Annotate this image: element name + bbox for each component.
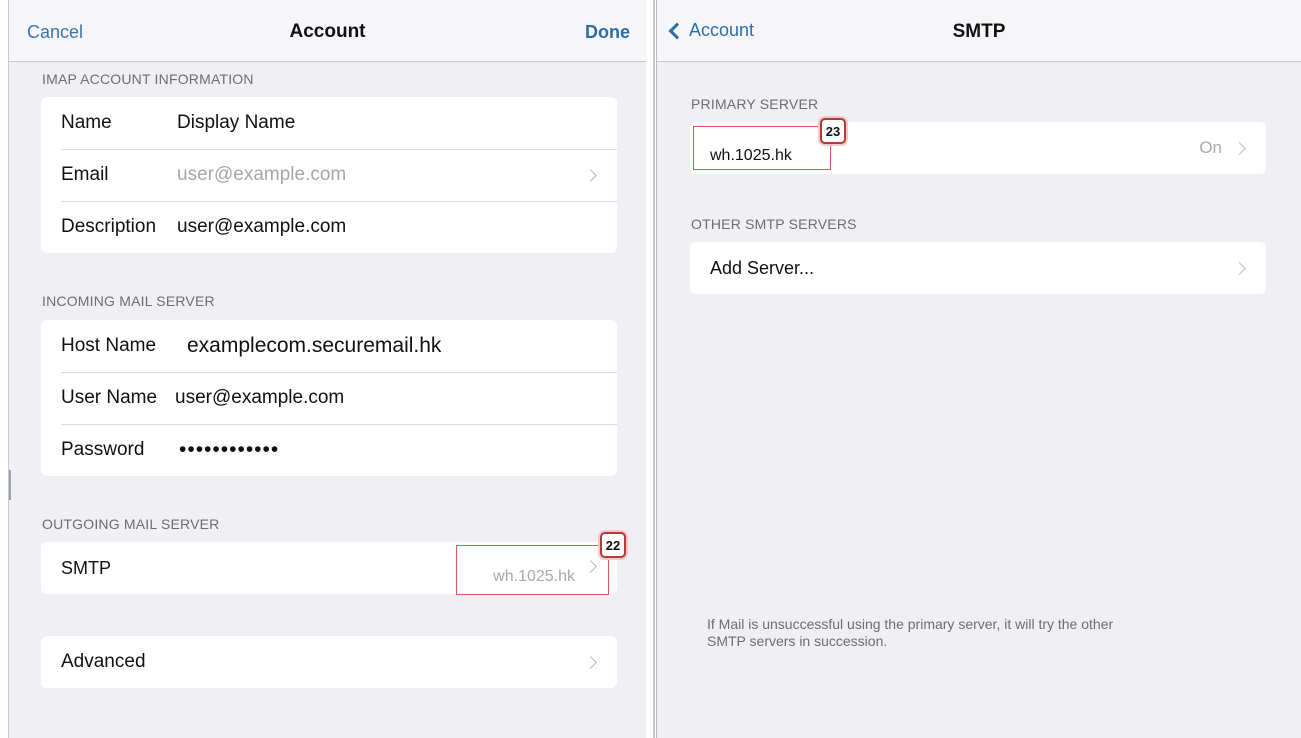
footer-line-1: If Mail is unsuccessful using the primar… [707,616,1114,632]
name-row[interactable]: Name Display Name [41,97,617,149]
email-field[interactable]: user@example.com [177,164,346,186]
name-field[interactable]: Display Name [177,112,295,134]
imap-info-group: Name Display Name Email user@example.com… [41,97,617,253]
primary-server-name: wh.1025.hk [710,147,792,164]
smtp-footer-note: If Mail is unsuccessful using the primar… [707,616,1247,650]
account-navbar: Cancel Account Done [9,0,646,62]
user-name-field[interactable]: user@example.com [175,387,344,409]
primary-server-group: wh.1025.hk On [690,122,1266,174]
account-pane: Cancel Account Done IMAP ACCOUNT INFORMA… [8,0,646,738]
password-row[interactable]: Password •••••••••••• [41,424,617,476]
email-row[interactable]: Email user@example.com [41,149,617,201]
imap-section-header: IMAP ACCOUNT INFORMATION [42,71,254,87]
account-title: Account [289,21,366,42]
description-row[interactable]: Description user@example.com [41,201,617,253]
description-label: Description [61,216,157,237]
scroll-edge-marker [9,470,11,500]
done-button[interactable]: Done [585,22,630,43]
smtp-pane: Account SMTP PRIMARY SERVER wh.1025.hk O… [656,0,1301,738]
annotation-badge-23: 23 [820,118,846,144]
incoming-section-header: INCOMING MAIL SERVER [42,293,215,309]
smtp-title: SMTP [952,21,1006,42]
user-name-row[interactable]: User Name user@example.com [41,372,617,424]
chevron-right-icon [584,169,597,182]
password-label: Password [61,439,145,460]
host-name-row[interactable]: Host Name examplecom.securemail.hk [41,320,617,372]
advanced-label: Advanced [61,651,146,672]
chevron-right-icon [1233,262,1246,275]
incoming-server-group: Host Name examplecom.securemail.hk User … [41,320,617,476]
other-servers-group: Add Server... [690,242,1266,294]
advanced-group: Advanced [41,636,617,688]
email-label: Email [61,164,109,185]
primary-server-row[interactable]: wh.1025.hk On [690,122,1266,174]
name-label: Name [61,112,112,133]
host-name-label: Host Name [61,335,157,356]
outgoing-server-group: SMTP wh.1025.hk [41,542,617,594]
primary-server-header: PRIMARY SERVER [691,96,819,112]
description-field[interactable]: user@example.com [177,216,346,238]
smtp-server-value: wh.1025.hk [493,568,575,585]
other-servers-header: OTHER SMTP SERVERS [691,216,857,232]
footer-line-2: SMTP servers in succession. [707,633,888,649]
add-server-row[interactable]: Add Server... [690,242,1266,294]
advanced-row[interactable]: Advanced [41,636,617,688]
chevron-right-icon [584,656,597,669]
password-field[interactable]: •••••••••••• [179,438,279,462]
chevron-right-icon [1233,142,1246,155]
user-name-label: User Name [61,387,158,408]
smtp-label: SMTP [61,557,112,578]
outgoing-section-header: OUTGOING MAIL SERVER [42,516,220,532]
split-divider-line[interactable] [653,0,655,738]
add-server-label: Add Server... [710,257,815,278]
chevron-right-icon [584,560,597,573]
primary-server-status: On [1199,138,1222,157]
host-name-field[interactable]: examplecom.securemail.hk [187,334,441,358]
smtp-row[interactable]: SMTP wh.1025.hk [41,542,617,594]
annotation-badge-22: 22 [600,532,626,558]
smtp-navbar: Account SMTP [657,0,1301,62]
